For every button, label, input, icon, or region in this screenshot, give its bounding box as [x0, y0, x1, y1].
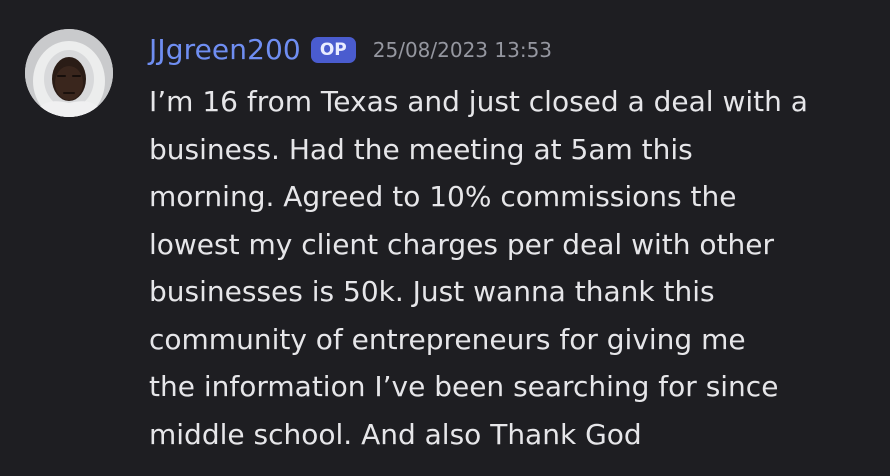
- user-avatar[interactable]: [25, 29, 113, 117]
- op-badge: OP: [310, 37, 356, 63]
- message-timestamp: 25/08/2023 13:53: [372, 38, 553, 62]
- message-header: JJgreen200 OP 25/08/2023 13:53: [149, 30, 552, 70]
- message-content: I’m 16 from Texas and just closed a deal…: [149, 85, 808, 451]
- chat-message: JJgreen200 OP 25/08/2023 13:53 I’m 16 fr…: [0, 0, 890, 476]
- author-username[interactable]: JJgreen200: [149, 30, 301, 70]
- user-avatar-icon: [25, 29, 113, 117]
